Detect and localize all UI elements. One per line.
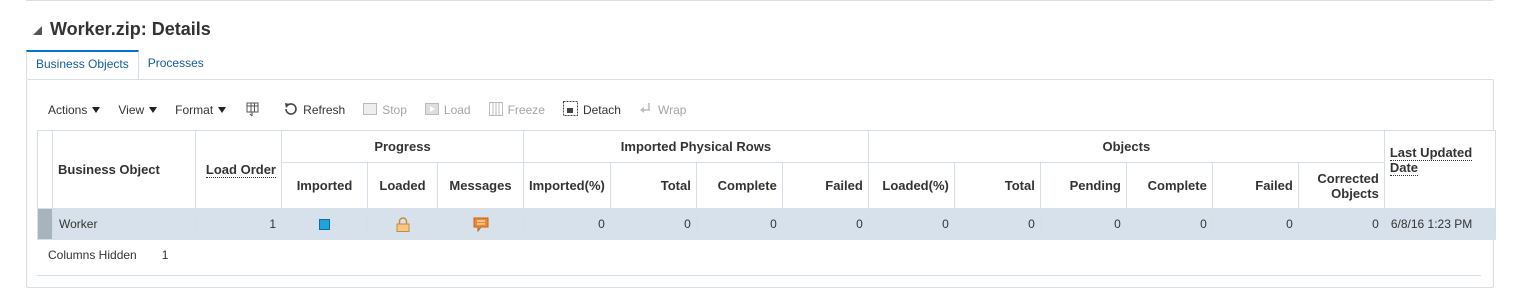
- caret-down-icon: [149, 107, 158, 113]
- view-label: View: [118, 103, 145, 117]
- column-header-objects-complete[interactable]: Complete: [1125, 162, 1213, 209]
- cell-messages[interactable]: [437, 208, 524, 240]
- wrap-icon: [639, 102, 653, 119]
- cell-rows-complete: 0: [695, 208, 783, 240]
- column-header-business-object[interactable]: Business Object: [52, 130, 196, 209]
- cell-business-object: Worker: [52, 208, 196, 240]
- cell-load-order: 1: [195, 208, 282, 240]
- actions-menu[interactable]: Actions: [48, 103, 101, 117]
- caret-down-icon: [92, 107, 101, 113]
- column-header-rows-failed[interactable]: Failed: [781, 162, 869, 209]
- collapse-triangle-icon[interactable]: [33, 25, 42, 35]
- format-menu[interactable]: Format: [175, 103, 227, 117]
- columns-hidden-value[interactable]: 1: [162, 248, 169, 262]
- row-selector[interactable]: [37, 208, 53, 240]
- freeze-button[interactable]: Freeze: [488, 101, 545, 119]
- cell-objects-pending: 0: [1039, 208, 1127, 240]
- column-header-load-order[interactable]: Load Order: [195, 130, 282, 209]
- column-header-loaded-pct[interactable]: Loaded(%): [867, 162, 955, 209]
- load-order-label: Load Order: [205, 162, 276, 178]
- refresh-label: Refresh: [303, 103, 346, 117]
- cell-rows-failed: 0: [781, 208, 869, 240]
- detach-button[interactable]: Detach: [562, 101, 621, 119]
- lock-icon: [396, 216, 410, 232]
- group-header-imported-physical-rows: Imported Physical Rows: [523, 130, 869, 163]
- tab-bar: Business Objects Processes: [26, 50, 213, 79]
- table-row[interactable]: Worker 1 0 0 0 0 0 0 0 0 0 0 6/8/16 1:23…: [37, 208, 1496, 240]
- column-header-objects-total[interactable]: Total: [953, 162, 1041, 209]
- column-header-imported-pct[interactable]: Imported(%): [523, 162, 611, 209]
- corrected-line1: Corrected: [1317, 170, 1379, 186]
- column-header-objects-pending[interactable]: Pending: [1039, 162, 1127, 209]
- columns-grid-icon: [244, 101, 260, 120]
- column-header-loaded[interactable]: Loaded: [367, 162, 438, 209]
- stop-icon: [363, 102, 378, 118]
- stop-button[interactable]: Stop: [363, 102, 407, 118]
- column-header-last-updated[interactable]: Last Updated Date: [1383, 130, 1496, 209]
- last-updated-label: Last Updated Date: [1389, 145, 1473, 176]
- column-header-messages[interactable]: Messages: [437, 162, 524, 209]
- business-objects-table: Business Object Load Order Progress Impo…: [37, 130, 1496, 240]
- cell-imported-pct: 0: [523, 208, 611, 240]
- load-button[interactable]: Load: [424, 102, 471, 118]
- format-label: Format: [175, 103, 214, 117]
- table-toolbar: Actions View Format Refresh Stop Load Fr…: [48, 100, 704, 120]
- column-header-imported[interactable]: Imported: [281, 162, 368, 209]
- refresh-button[interactable]: Refresh: [283, 101, 345, 119]
- group-header-progress: Progress: [281, 130, 524, 163]
- columns-button[interactable]: [244, 101, 265, 120]
- top-divider: [26, 0, 1493, 1]
- row-selector-header: [37, 130, 53, 209]
- cell-objects-total: 0: [953, 208, 1041, 240]
- detach-label: Detach: [582, 103, 621, 117]
- message-bubble-icon[interactable]: [473, 216, 489, 233]
- cell-objects-complete: 0: [1125, 208, 1213, 240]
- freeze-label: Freeze: [507, 103, 545, 117]
- stop-label: Stop: [382, 103, 407, 117]
- wrap-label: Wrap: [657, 103, 687, 117]
- columns-hidden-label: Columns Hidden: [48, 248, 137, 262]
- column-header-corrected-objects[interactable]: Corrected Objects: [1297, 162, 1385, 209]
- tab-processes[interactable]: Processes: [139, 50, 213, 78]
- column-header-rows-total[interactable]: Total: [609, 162, 697, 209]
- page-title: Worker.zip: Details: [50, 18, 211, 39]
- caret-down-icon: [218, 107, 227, 113]
- cell-rows-total: 0: [609, 208, 697, 240]
- freeze-icon: [488, 101, 503, 119]
- group-header-objects: Objects: [867, 130, 1385, 163]
- actions-label: Actions: [48, 103, 88, 117]
- view-menu[interactable]: View: [118, 103, 158, 117]
- table-footer: Columns Hidden 1: [48, 248, 168, 262]
- load-icon: [424, 102, 439, 118]
- cell-loaded: [367, 208, 438, 240]
- wrap-button[interactable]: Wrap: [639, 102, 686, 119]
- corrected-line2: Objects: [1331, 185, 1379, 201]
- cell-objects-failed: 0: [1211, 208, 1299, 240]
- detach-icon: [562, 101, 578, 119]
- tab-business-objects[interactable]: Business Objects: [26, 50, 139, 79]
- load-label: Load: [443, 103, 471, 117]
- refresh-icon: [283, 101, 298, 119]
- cell-last-updated: 6/8/16 1:23 PM: [1383, 208, 1496, 240]
- section-header: Worker.zip: Details: [33, 16, 211, 42]
- column-header-objects-failed[interactable]: Failed: [1211, 162, 1299, 209]
- cell-imported: [281, 208, 368, 240]
- cell-loaded-pct: 0: [867, 208, 955, 240]
- bottom-divider: [37, 275, 1481, 276]
- column-header-rows-complete[interactable]: Complete: [695, 162, 783, 209]
- cell-corrected-objects: 0: [1297, 208, 1385, 240]
- square-status-icon: [319, 219, 330, 231]
